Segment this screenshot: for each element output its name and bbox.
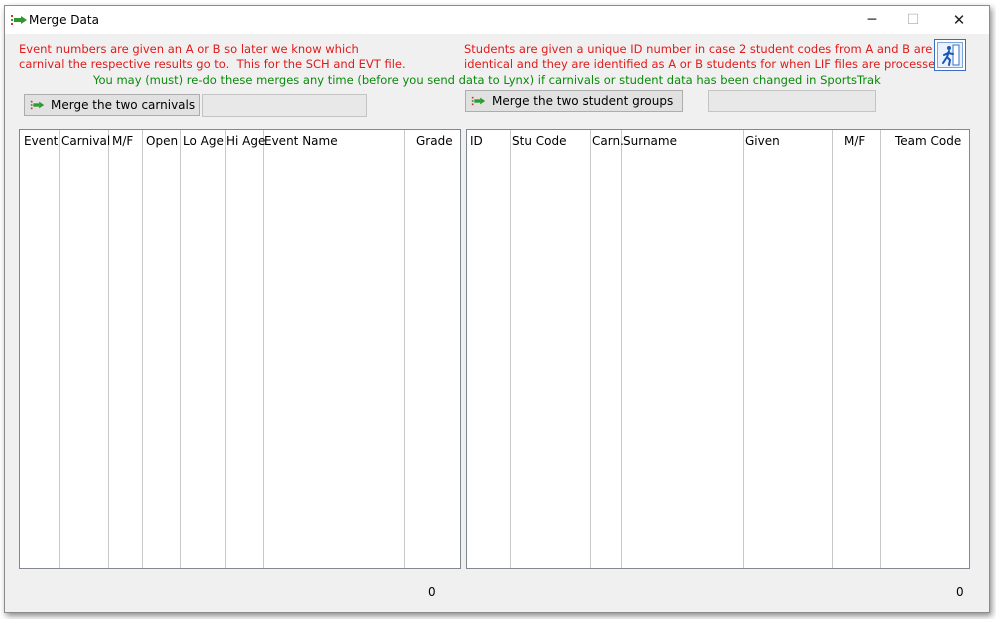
grid-column: M/F xyxy=(833,130,881,568)
column-header-mf[interactable]: M/F xyxy=(112,134,133,148)
merge-student-groups-label: Merge the two student groups xyxy=(492,94,674,108)
grid-column: Carnival xyxy=(60,130,110,568)
column-header-mf[interactable]: M/F xyxy=(844,134,865,148)
merge-arrow-icon xyxy=(11,15,27,25)
column-header-carn[interactable]: Carn. xyxy=(592,134,624,148)
grid-column: Surname xyxy=(622,130,744,568)
carnival-merge-note: Event numbers are given an A or B so lat… xyxy=(19,42,406,71)
column-header-stu-code[interactable]: Stu Code xyxy=(512,134,566,148)
grid-column: Given xyxy=(744,130,833,568)
column-header-team-code[interactable]: Team Code xyxy=(895,134,961,148)
carnival-merge-status-field xyxy=(202,94,367,117)
column-header-given[interactable]: Given xyxy=(745,134,780,148)
window-title: Merge Data xyxy=(29,13,99,27)
column-header-open[interactable]: Open xyxy=(146,134,178,148)
grid-column: Stu Code xyxy=(511,130,591,568)
close-button[interactable]: ✕ xyxy=(936,6,982,34)
carnival-row-count: 0 xyxy=(428,585,436,599)
exit-button[interactable] xyxy=(934,39,966,71)
grid-column: Hi Age xyxy=(226,130,265,568)
grid-column: Team Code xyxy=(881,130,969,568)
column-header-surname[interactable]: Surname xyxy=(623,134,677,148)
running-man-exit-icon xyxy=(942,44,960,66)
grid-column: ID xyxy=(467,130,511,568)
maximize-button[interactable]: ☐ xyxy=(890,6,936,34)
merge-carnivals-label: Merge the two carnivals xyxy=(51,98,196,112)
students-grid[interactable]: ID Stu Code Carn. Surname Given M/F Team… xyxy=(466,129,970,569)
grid-column: Open xyxy=(143,130,181,568)
column-header-event[interactable]: Event xyxy=(24,134,58,148)
grid-column: Event xyxy=(20,130,60,568)
column-header-hi-age[interactable]: Hi Age xyxy=(226,134,265,148)
student-merge-note: Students are given a unique ID number in… xyxy=(464,42,943,71)
merge-carnivals-button[interactable]: Merge the two carnivals xyxy=(24,94,200,116)
grid-column: Event Name xyxy=(264,130,405,568)
column-header-event-name[interactable]: Event Name xyxy=(264,134,338,148)
redo-merge-note: You may (must) re-do these merges any ti… xyxy=(93,73,881,87)
grid-column: Carn. xyxy=(591,130,624,568)
minimize-button[interactable]: ─ xyxy=(849,6,895,34)
grid-column: M/F xyxy=(109,130,143,568)
column-header-id[interactable]: ID xyxy=(470,134,483,148)
grid-column: Grade xyxy=(405,130,460,568)
column-header-grade[interactable]: Grade xyxy=(416,134,453,148)
column-header-lo-age[interactable]: Lo Age xyxy=(183,134,224,148)
merge-data-window: Merge Data ─ ☐ ✕ Event numbers are given… xyxy=(4,5,990,613)
merge-arrow-icon xyxy=(471,96,486,106)
grid-column: Lo Age xyxy=(181,130,226,568)
student-row-count: 0 xyxy=(956,585,964,599)
student-merge-status-field xyxy=(708,90,876,112)
carnival-events-grid[interactable]: Event Carnival M/F Open Lo Age Hi Age Ev… xyxy=(19,129,461,569)
title-bar: Merge Data ─ ☐ ✕ xyxy=(5,6,989,34)
merge-arrow-icon xyxy=(30,100,45,110)
merge-student-groups-button[interactable]: Merge the two student groups xyxy=(465,90,683,112)
column-header-carnival[interactable]: Carnival xyxy=(61,134,110,148)
